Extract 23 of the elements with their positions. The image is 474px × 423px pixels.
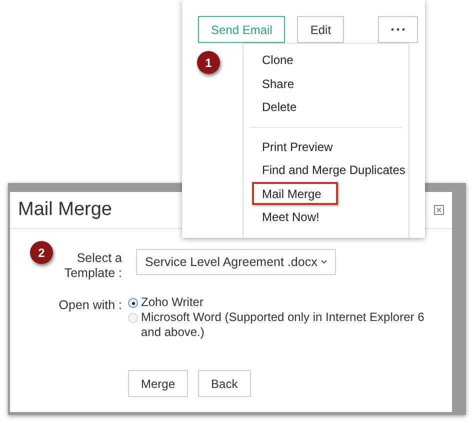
open-with-label: Open with : (58, 297, 122, 314)
back-button[interactable]: Back (198, 370, 251, 397)
step-badge: 2 (30, 241, 53, 264)
menu-item[interactable]: Clone (244, 48, 408, 72)
menu-item[interactable]: Delete (244, 95, 408, 118)
more-button[interactable] (378, 16, 418, 43)
template-label: Select a Template : (63, 250, 122, 281)
menu-item[interactable]: Mail Merge (252, 182, 338, 205)
menu-item[interactable]: Meet Now! (244, 205, 408, 228)
step-badge: 1 (197, 51, 220, 74)
menu-item[interactable]: Share (244, 72, 408, 95)
more-icon (391, 28, 406, 31)
menu-item[interactable]: Print Preview (244, 134, 408, 158)
radio-button[interactable] (128, 298, 138, 308)
dialog-title: Mail Merge (18, 198, 112, 222)
chevron-down-icon (321, 260, 328, 264)
radio-label: Zoho Writer (141, 295, 204, 310)
edit-button[interactable]: Edit (297, 16, 344, 43)
menu-item[interactable]: Find and Merge Duplicates (244, 158, 408, 182)
radio-label: Microsoft Word (Supported only in Internet Explorer 6 and above.) (141, 310, 426, 340)
merge-button[interactable]: Merge (128, 370, 188, 397)
template-select[interactable]: Service Level Agreement .docx (136, 249, 336, 275)
close-icon[interactable] (434, 205, 444, 215)
